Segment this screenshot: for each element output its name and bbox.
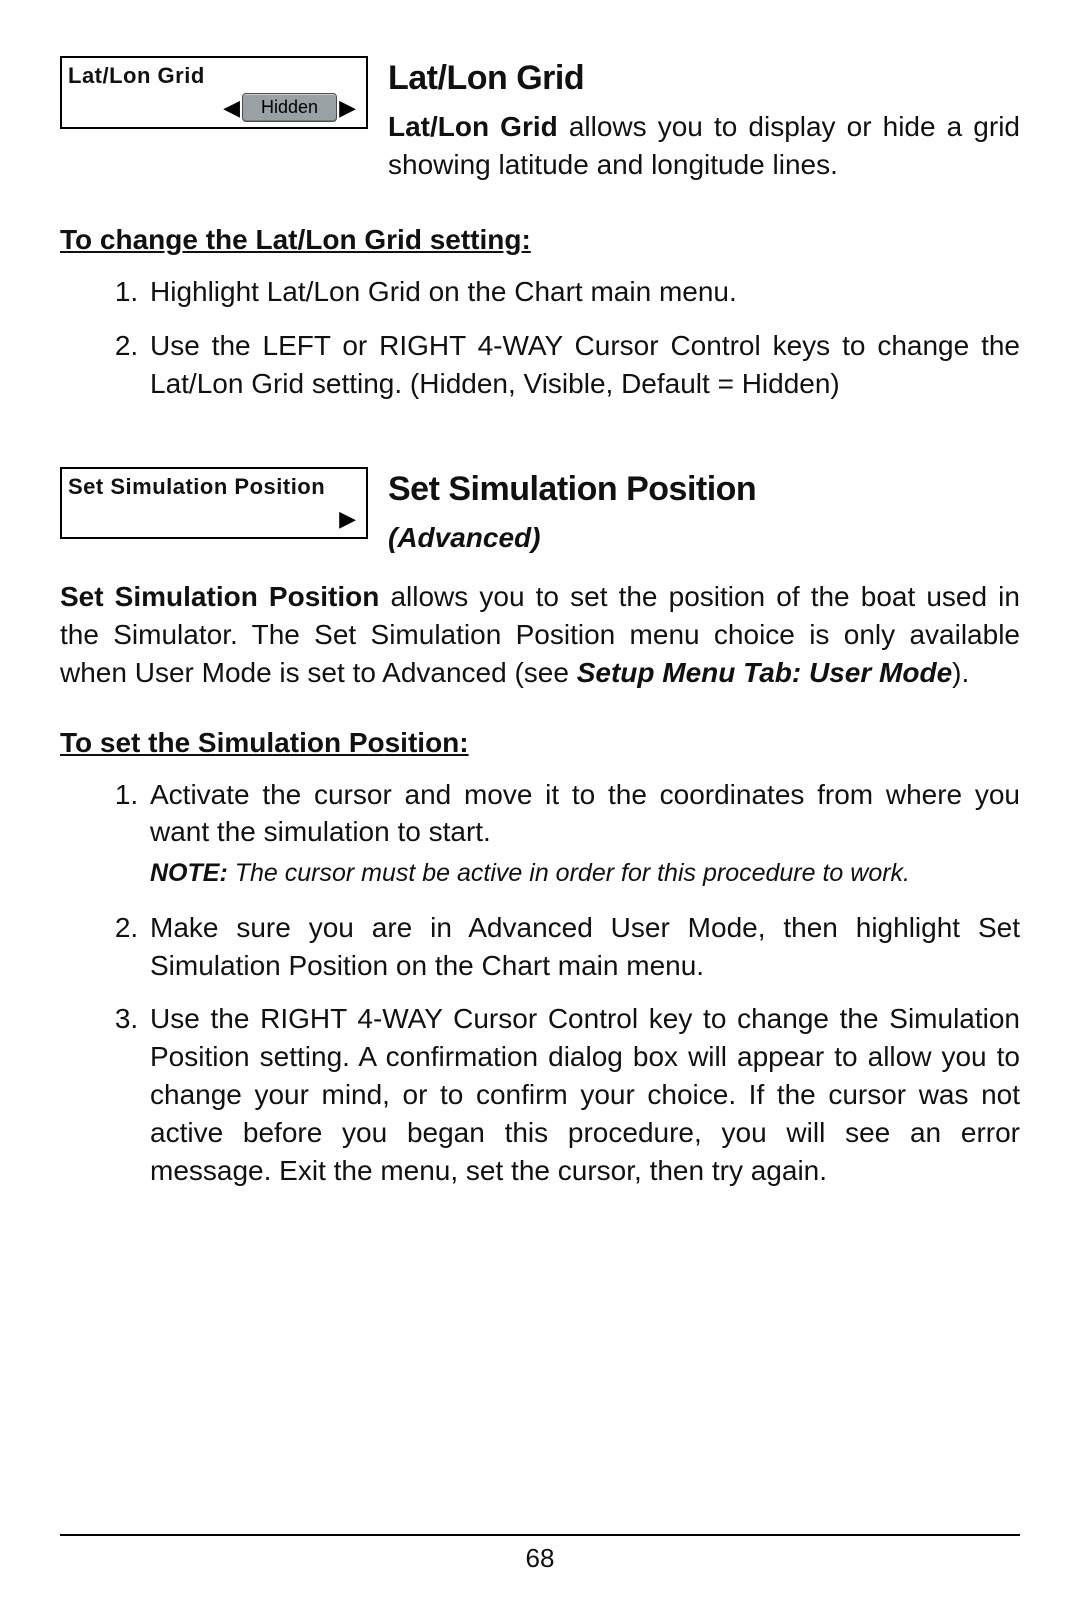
list-item: Make sure you are in Advanced User Mode,…	[146, 909, 1020, 985]
list-item: Use the LEFT or RIGHT 4-WAY Cursor Contr…	[146, 327, 1020, 403]
menu-box-value-row: ▶	[62, 503, 366, 537]
menu-box-set-sim-pos: Set Simulation Position ▶	[60, 467, 368, 540]
section-intro-paragraph: Lat/Lon Grid allows you to display or hi…	[388, 108, 1020, 184]
section-subtitle: (Advanced)	[388, 519, 1020, 557]
section-heading-block: Set Simulation Position (Advanced)	[388, 467, 1020, 569]
intro-term: Set Simulation Position	[60, 581, 379, 612]
chevron-right-icon: ▶	[337, 97, 358, 119]
step-text: Activate the cursor and move it to the c…	[150, 779, 1020, 848]
page-number: 68	[0, 1541, 1080, 1576]
procedure-steps-simpos: Activate the cursor and move it to the c…	[60, 776, 1020, 1190]
intro-term: Lat/Lon Grid	[388, 111, 558, 142]
section-heading-block: Lat/Lon Grid Lat/Lon Grid allows you to …	[388, 56, 1020, 215]
note-line: NOTE: The cursor must be active in order…	[150, 857, 1020, 891]
chevron-right-icon: ▶	[339, 504, 356, 534]
chevron-left-icon: ◀	[221, 97, 242, 119]
list-item: Activate the cursor and move it to the c…	[146, 776, 1020, 891]
procedure-subhead: To set the Simulation Position:	[60, 724, 1020, 762]
footer-rule	[60, 1534, 1020, 1536]
procedure-steps-latlon: Highlight Lat/Lon Grid on the Chart main…	[60, 273, 1020, 402]
menu-right-arrow-only: ▶	[339, 504, 358, 534]
menu-value-spinner: ◀ Hidden ▶	[221, 93, 358, 122]
manual-page: Lat/Lon Grid ◀ Hidden ▶ Lat/Lon Grid Lat…	[0, 0, 1080, 1620]
intro-rest-2: ).	[952, 657, 969, 688]
section-heading: Lat/Lon Grid	[388, 56, 1020, 102]
procedure-subhead: To change the Lat/Lon Grid setting:	[60, 221, 1020, 259]
section-latlon-grid: Lat/Lon Grid ◀ Hidden ▶ Lat/Lon Grid Lat…	[60, 56, 1020, 215]
list-item: Use the RIGHT 4-WAY Cursor Control key t…	[146, 1000, 1020, 1189]
section-heading: Set Simulation Position	[388, 467, 1020, 513]
menu-box-title: Lat/Lon Grid	[62, 58, 366, 93]
section-set-simulation-position: Set Simulation Position ▶ Set Simulation…	[60, 467, 1020, 569]
list-item: Highlight Lat/Lon Grid on the Chart main…	[146, 273, 1020, 311]
manual-cross-ref: Setup Menu Tab: User Mode	[577, 657, 952, 688]
note-body: The cursor must be active in order for t…	[228, 859, 910, 887]
menu-value-pill: Hidden	[242, 93, 337, 122]
note-head: NOTE:	[150, 859, 228, 887]
menu-box-title: Set Simulation Position	[62, 469, 366, 504]
menu-box-value-row: ◀ Hidden ▶	[62, 93, 366, 127]
menu-box-latlon-grid: Lat/Lon Grid ◀ Hidden ▶	[60, 56, 368, 129]
section-intro-paragraph: Set Simulation Position allows you to se…	[60, 578, 1020, 691]
